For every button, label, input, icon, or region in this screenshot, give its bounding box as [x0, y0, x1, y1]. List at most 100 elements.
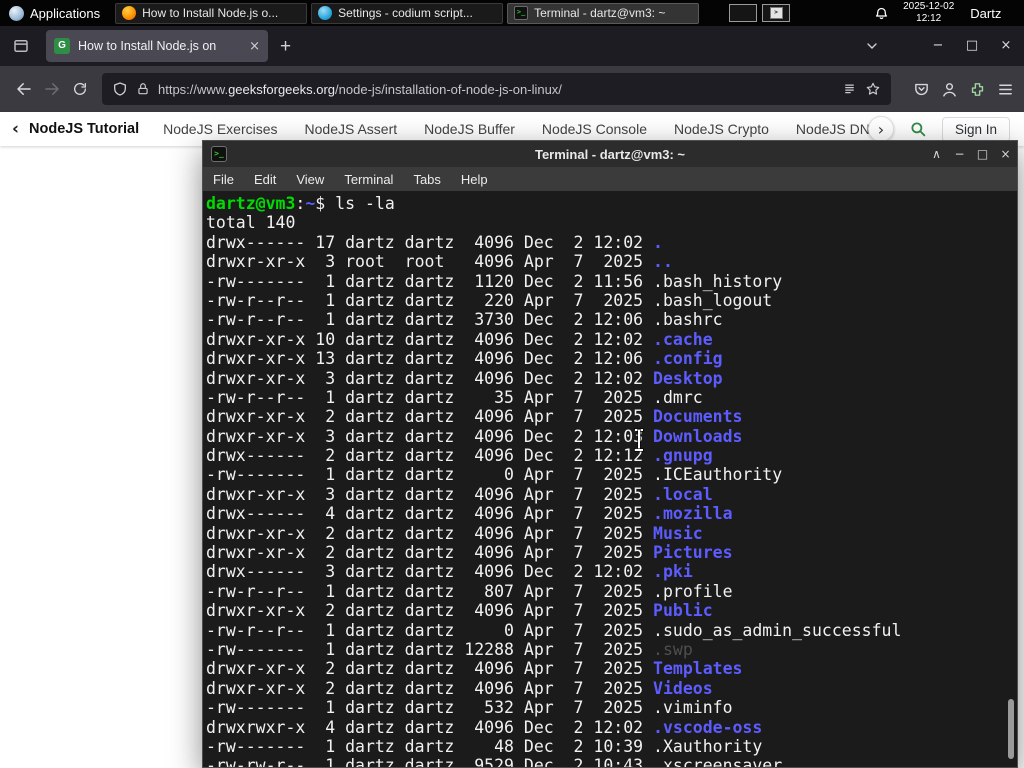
- site-nav-title[interactable]: NodeJS Tutorial: [29, 121, 139, 137]
- maximize-icon[interactable]: □: [960, 33, 984, 59]
- terminal-line: drwxr-xr-x 13 dartz dartz 4096 Dec 2 12:…: [206, 349, 723, 369]
- terminal-screen[interactable]: dartz@vm3:~$ ls -la total 140 drwx------ 1…: [203, 191, 1017, 767]
- applications-menu[interactable]: Applications: [0, 0, 109, 26]
- terminal-line: drwxr-xr-x 3 dartz dartz 4096 Dec 2 12:0…: [206, 368, 723, 388]
- nav-link[interactable]: NodeJS Console: [542, 121, 647, 137]
- taskbar-button-firefox[interactable]: How to Install Node.js o...: [115, 2, 308, 24]
- clock[interactable]: 2025-12-02 12:12: [903, 1, 954, 25]
- chevron-down-icon: [867, 43, 877, 49]
- menu-terminal[interactable]: Terminal: [334, 172, 403, 187]
- search-icon[interactable]: [909, 120, 927, 138]
- terminal-line: drwxr-xr-x 3 dartz dartz 4096 Apr 7 2025…: [206, 484, 713, 504]
- url-domain: geeksforgeeks.org: [228, 81, 336, 97]
- nav-scroll-left-icon[interactable]: ‹: [12, 119, 19, 139]
- url-bar[interactable]: https://www.geeksforgeeks.org/node-js/in…: [102, 73, 891, 105]
- taskbar: How to Install Node.js o... Settings - c…: [115, 2, 700, 24]
- terminal-line: drwxr-xr-x 2 dartz dartz 4096 Apr 7 2025…: [206, 407, 743, 427]
- terminal-line: drwxrwxr-x 4 dartz dartz 4096 Dec 2 12:0…: [206, 717, 763, 737]
- user-name: Dartz: [970, 5, 1002, 21]
- terminal-line: drwxr-xr-x 2 dartz dartz 4096 Apr 7 2025…: [206, 678, 713, 698]
- taskbar-button-terminal[interactable]: >_ Terminal - dartz@vm3: ~: [507, 2, 700, 24]
- terminal-title-bar[interactable]: >_ Terminal - dartz@vm3: ~ ∧ − □ ×: [203, 141, 1017, 167]
- gfg-favicon: G: [54, 38, 70, 54]
- codium-icon: [318, 6, 333, 20]
- terminal-line: -rw------- 1 dartz dartz 0 Apr 7 2025 .I…: [206, 465, 783, 485]
- sign-in-button[interactable]: Sign In: [941, 116, 1010, 142]
- extension-icon[interactable]: [969, 81, 986, 98]
- applications-label: Applications: [30, 5, 101, 21]
- taskbar-button-label: Settings - codium script...: [338, 6, 473, 20]
- workspace-pager: >: [729, 4, 791, 22]
- menu-edit[interactable]: Edit: [244, 172, 286, 187]
- terminal-line: -rw-r--r-- 1 dartz dartz 3730 Dec 2 12:0…: [206, 310, 723, 330]
- tab-close-icon[interactable]: ×: [249, 40, 260, 53]
- workspace-1[interactable]: [729, 4, 758, 22]
- terminal-line: total 140: [206, 213, 296, 233]
- reload-button[interactable]: [66, 81, 94, 97]
- terminal-line: drwx------ 2 dartz dartz 4096 Dec 2 12:1…: [206, 446, 713, 466]
- workspace-2[interactable]: >: [762, 4, 791, 22]
- terminal-scrollbar-thumb[interactable]: [1008, 699, 1014, 759]
- url-prefix: https://www.: [158, 81, 229, 97]
- lock-icon[interactable]: [136, 82, 150, 96]
- terminal-line: drwxr-xr-x 3 root root 4096 Apr 7 2025 .…: [206, 252, 673, 272]
- menu-tabs[interactable]: Tabs: [403, 172, 450, 187]
- terminal-line: -rw-r--r-- 1 dartz dartz 35 Apr 7 2025 .…: [206, 387, 703, 407]
- terminal-line: -rw------- 1 dartz dartz 1120 Dec 2 11:5…: [206, 271, 783, 291]
- back-button[interactable]: [10, 80, 38, 98]
- terminal-line: drwxr-xr-x 2 dartz dartz 4096 Apr 7 2025…: [206, 601, 713, 621]
- shield-icon[interactable]: [112, 81, 128, 97]
- taskbar-button-label: Terminal - dartz@vm3: ~: [534, 6, 666, 20]
- pocket-icon[interactable]: [913, 81, 930, 98]
- maximize-icon[interactable]: □: [971, 141, 994, 167]
- window-controls: − □ ×: [926, 33, 1018, 59]
- forward-button[interactable]: [38, 80, 66, 98]
- back-icon: [17, 83, 31, 95]
- top-panel: Applications How to Install Node.js o...…: [0, 0, 1024, 26]
- terminal-line: -rw-r--r-- 1 dartz dartz 220 Apr 7 2025 …: [206, 290, 773, 310]
- browser-tab[interactable]: G How to Install Node.js on ×: [46, 30, 268, 62]
- menu-view[interactable]: View: [286, 172, 334, 187]
- terminal-line: -rw------- 1 dartz dartz 12288 Apr 7 202…: [206, 639, 693, 659]
- terminal-line: drwx------ 4 dartz dartz 4096 Apr 7 2025…: [206, 504, 733, 524]
- terminal-line: drwx------ 3 dartz dartz 4096 Dec 2 12:0…: [206, 562, 693, 582]
- terminal-line: -rw------- 1 dartz dartz 48 Dec 2 10:39 …: [206, 736, 763, 756]
- terminal-window-title: Terminal - dartz@vm3: ~: [534, 146, 686, 162]
- firefox-toolbar: https://www.geeksforgeeks.org/node-js/in…: [0, 66, 1024, 112]
- close-icon[interactable]: ×: [994, 141, 1017, 167]
- taskbar-button-codium[interactable]: Settings - codium script...: [311, 2, 504, 24]
- site-nav-right: › Sign In: [867, 116, 1010, 142]
- firefox-view-button[interactable]: [12, 37, 30, 55]
- terminal-line: drwxr-xr-x 3 dartz dartz 4096 Dec 2 12:0…: [206, 426, 743, 446]
- firefox-icon: [122, 6, 137, 20]
- reader-view-icon[interactable]: [842, 82, 857, 97]
- nav-link[interactable]: NodeJS DNS: [796, 121, 879, 137]
- reload-icon: [74, 82, 86, 95]
- nav-scroll-right-button[interactable]: ›: [867, 116, 894, 142]
- minimize-icon[interactable]: −: [926, 33, 950, 59]
- nav-link[interactable]: NodeJS Buffer: [424, 121, 515, 137]
- applications-icon: [9, 5, 24, 21]
- close-icon[interactable]: ×: [994, 33, 1018, 59]
- terminal-line: drwxr-xr-x 2 dartz dartz 4096 Apr 7 2025…: [206, 543, 733, 563]
- account-icon[interactable]: [941, 81, 958, 98]
- shade-icon[interactable]: ∧: [925, 141, 948, 167]
- list-all-tabs-button[interactable]: [864, 38, 880, 54]
- menu-hamburger-icon[interactable]: [997, 81, 1014, 98]
- menu-file[interactable]: File: [203, 172, 244, 187]
- nav-link[interactable]: NodeJS Crypto: [674, 121, 769, 137]
- minimize-icon[interactable]: −: [948, 141, 971, 167]
- bell-icon: [875, 7, 888, 19]
- terminal-window: >_ Terminal - dartz@vm3: ~ ∧ − □ × File …: [202, 140, 1018, 768]
- terminal-app-icon: >_: [211, 146, 227, 162]
- taskbar-button-label: How to Install Node.js o...: [142, 6, 279, 20]
- terminal-icon: >_: [514, 6, 529, 20]
- notification-bell-button[interactable]: [874, 6, 889, 21]
- new-tab-button[interactable]: +: [280, 37, 291, 56]
- bookmark-star-icon[interactable]: [865, 81, 881, 97]
- toolbar-right-icons: [913, 81, 1014, 98]
- nav-link[interactable]: NodeJS Assert: [305, 121, 398, 137]
- workspace-window-thumb: >: [769, 7, 783, 19]
- nav-link[interactable]: NodeJS Exercises: [163, 121, 277, 137]
- menu-help[interactable]: Help: [451, 172, 498, 187]
